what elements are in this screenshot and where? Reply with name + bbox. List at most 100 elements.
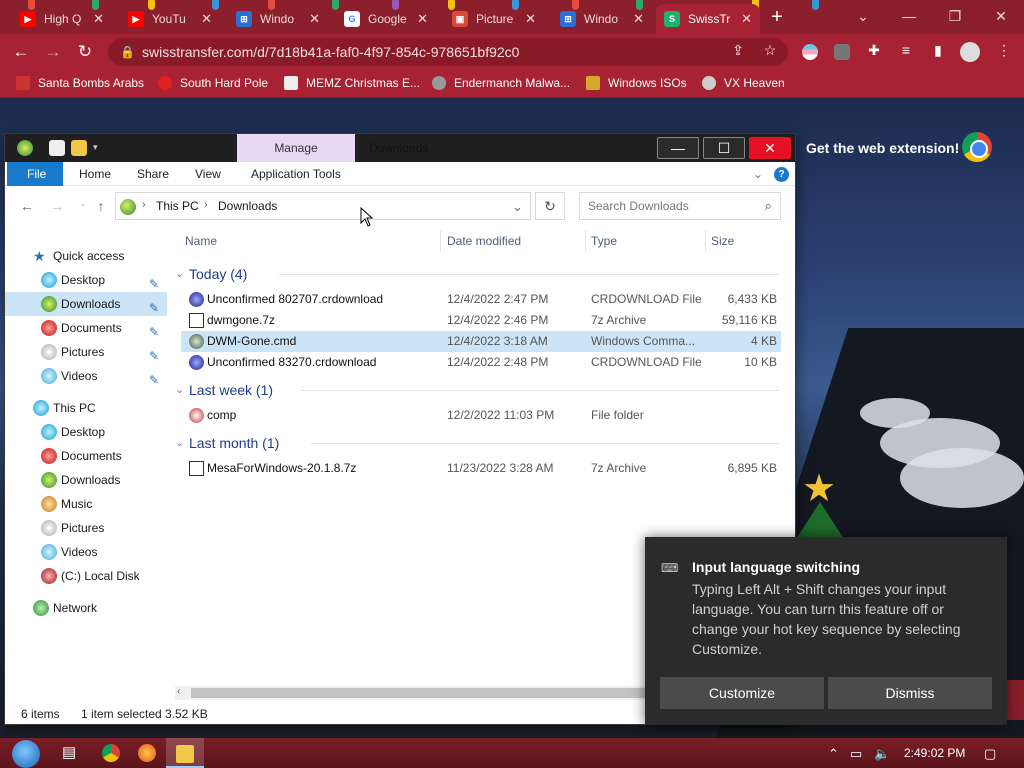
address-bar[interactable]: 🔒 swisstransfer.com/d/7d18b41a-faf0-4f97…: [108, 38, 788, 66]
volume-icon[interactable]: 🔈: [874, 746, 890, 762]
nav-pc-music[interactable]: Music: [5, 492, 167, 516]
nav-quick-videos[interactable]: Videos ✎: [5, 364, 167, 388]
column-date-modified[interactable]: Date modified: [447, 226, 521, 256]
tab-file[interactable]: File: [7, 162, 63, 186]
nav-pc-downloads[interactable]: Downloads: [5, 468, 167, 492]
task-view-icon[interactable]: ▤: [62, 744, 80, 762]
reload-button[interactable]: ↻: [72, 40, 98, 64]
new-folder-icon[interactable]: [71, 140, 87, 156]
firefox-taskbar-icon[interactable]: [138, 744, 156, 762]
tab-view[interactable]: View: [195, 162, 221, 186]
bookmark-south-hard-pole[interactable]: South Hard Pole: [158, 76, 268, 90]
nav-pc-pictures[interactable]: Pictures: [5, 516, 167, 540]
group-header-today[interactable]: ⌄ Today (4): [175, 262, 779, 286]
file-row[interactable]: Unconfirmed 83270.crdownload 12/4/2022 2…: [181, 352, 781, 373]
chevron-right-icon[interactable]: ›: [204, 199, 208, 211]
nav-this-pc[interactable]: This PC: [5, 396, 167, 420]
nav-pc-videos[interactable]: Videos: [5, 540, 167, 564]
media-control-icon[interactable]: ≡: [896, 42, 916, 58]
file-row[interactable]: dwmgone.7z 12/4/2022 2:46 PM 7z Archive …: [181, 310, 781, 331]
tab-application-tools[interactable]: Application Tools: [251, 162, 341, 186]
search-input[interactable]: Search Downloads ⌕: [579, 192, 781, 220]
close-icon[interactable]: ✕: [417, 11, 428, 27]
explorer-maximize-button[interactable]: ☐: [703, 137, 745, 159]
tab-manage[interactable]: Manage: [237, 134, 355, 162]
side-panel-icon[interactable]: ▮: [928, 42, 948, 59]
chrome-taskbar-icon[interactable]: [102, 744, 120, 762]
customize-button[interactable]: Customize: [660, 677, 824, 709]
close-icon[interactable]: ✕: [741, 11, 752, 27]
bookmark-star-icon[interactable]: ☆: [760, 42, 780, 59]
close-icon[interactable]: ✕: [309, 11, 320, 27]
bookmark-endermanch-malware[interactable]: Endermanch Malwa...: [432, 76, 570, 90]
tray-overflow-icon[interactable]: ⌃: [828, 746, 839, 762]
up-arrow-icon[interactable]: ↑: [93, 198, 109, 214]
forward-arrow-icon[interactable]: →: [49, 198, 65, 214]
new-tab-button[interactable]: +: [766, 6, 788, 28]
nav-pc-desktop[interactable]: Desktop: [5, 420, 167, 444]
group-header-last-week[interactable]: ⌄ Last week (1): [175, 378, 779, 402]
nav-network[interactable]: Network: [5, 596, 167, 620]
forward-button[interactable]: →: [40, 40, 66, 64]
restore-button[interactable]: ❐: [932, 0, 978, 32]
scrollbar-thumb[interactable]: [191, 688, 645, 698]
scroll-left-icon[interactable]: ‹: [177, 686, 180, 697]
refresh-button[interactable]: ↻: [535, 192, 565, 220]
tab-windows-1[interactable]: ⊞ Windo ✕: [228, 4, 328, 34]
horizontal-scrollbar[interactable]: ‹: [175, 686, 645, 700]
qat-dropdown-icon[interactable]: ▾: [93, 142, 103, 158]
close-window-button[interactable]: ✕: [978, 0, 1024, 32]
nav-quick-pictures[interactable]: Pictures ✎: [5, 340, 167, 364]
tab-home[interactable]: Home: [79, 162, 111, 186]
recent-locations-icon[interactable]: ⌄: [75, 198, 91, 209]
back-arrow-icon[interactable]: ←: [19, 198, 35, 214]
properties-icon[interactable]: [49, 140, 65, 156]
nav-quick-downloads[interactable]: Downloads ✎: [5, 292, 167, 316]
minimize-button[interactable]: —: [886, 0, 932, 32]
nav-quick-documents[interactable]: Documents ✎: [5, 316, 167, 340]
help-icon[interactable]: ?: [774, 167, 789, 182]
file-row[interactable]: Unconfirmed 802707.crdownload 12/4/2022 …: [181, 289, 781, 310]
profile-avatar-icon[interactable]: [960, 42, 980, 62]
bookmark-windows-isos[interactable]: Windows ISOs: [586, 76, 687, 90]
tab-search-button[interactable]: ⌄: [840, 0, 886, 32]
s-extension-icon[interactable]: [834, 44, 850, 60]
chevron-down-icon[interactable]: ⌄: [512, 199, 523, 215]
tab-high-q[interactable]: ▶ High Q ✕: [12, 4, 112, 34]
file-row[interactable]: comp 12/2/2022 11:03 PM File folder: [181, 405, 781, 426]
nav-pc-documents[interactable]: Documents: [5, 444, 167, 468]
expand-ribbon-icon[interactable]: ⌄: [753, 162, 763, 186]
close-icon[interactable]: ✕: [93, 11, 104, 27]
breadcrumb-this-pc[interactable]: This PC: [156, 199, 199, 213]
network-tray-icon[interactable]: ▭: [850, 746, 862, 762]
back-button[interactable]: ←: [8, 40, 34, 64]
tab-windows-2[interactable]: ⊞ Windo ✕: [552, 4, 652, 34]
extensions-puzzle-icon[interactable]: ✚: [864, 42, 884, 59]
nav-quick-access[interactable]: ★ Quick access: [5, 244, 167, 268]
explorer-address-bar[interactable]: › This PC › Downloads ⌄: [115, 192, 531, 220]
explorer-minimize-button[interactable]: —: [657, 137, 699, 159]
tab-share[interactable]: Share: [137, 162, 169, 186]
menu-kebab-icon[interactable]: ⋮: [994, 42, 1014, 59]
clock[interactable]: 2:49:02 PM: [904, 746, 965, 760]
flag-extension-icon[interactable]: [802, 44, 818, 60]
dismiss-button[interactable]: Dismiss: [828, 677, 992, 709]
breadcrumb-downloads[interactable]: Downloads: [218, 199, 277, 213]
close-icon[interactable]: ✕: [525, 11, 536, 27]
file-row[interactable]: MesaForWindows-20.1.8.7z 11/23/2022 3:28…: [181, 458, 781, 479]
extension-banner-link[interactable]: Get the web extension!: [806, 140, 959, 156]
tab-swisstransfer[interactable]: S SwissTr ✕: [656, 4, 760, 34]
bookmark-memz-christmas[interactable]: MEMZ Christmas E...: [284, 76, 420, 90]
share-icon[interactable]: ⇪: [728, 42, 748, 59]
tab-picture[interactable]: ▣ Picture ✕: [444, 4, 544, 34]
column-type[interactable]: Type: [591, 226, 617, 256]
tab-google[interactable]: G Google ✕: [336, 4, 436, 34]
column-name[interactable]: Name: [185, 226, 217, 256]
close-icon[interactable]: ✕: [201, 11, 212, 27]
explorer-close-button[interactable]: ✕: [749, 137, 791, 159]
nav-pc-local-disk[interactable]: (C:) Local Disk: [5, 564, 167, 588]
bookmark-santa-bombs-arabs[interactable]: Santa Bombs Arabs: [16, 76, 144, 90]
tab-youtube[interactable]: ▶ YouTu ✕: [120, 4, 220, 34]
notifications-icon[interactable]: ▢: [984, 746, 996, 762]
file-row-selected[interactable]: DWM-Gone.cmd 12/4/2022 3:18 AM Windows C…: [181, 331, 781, 352]
